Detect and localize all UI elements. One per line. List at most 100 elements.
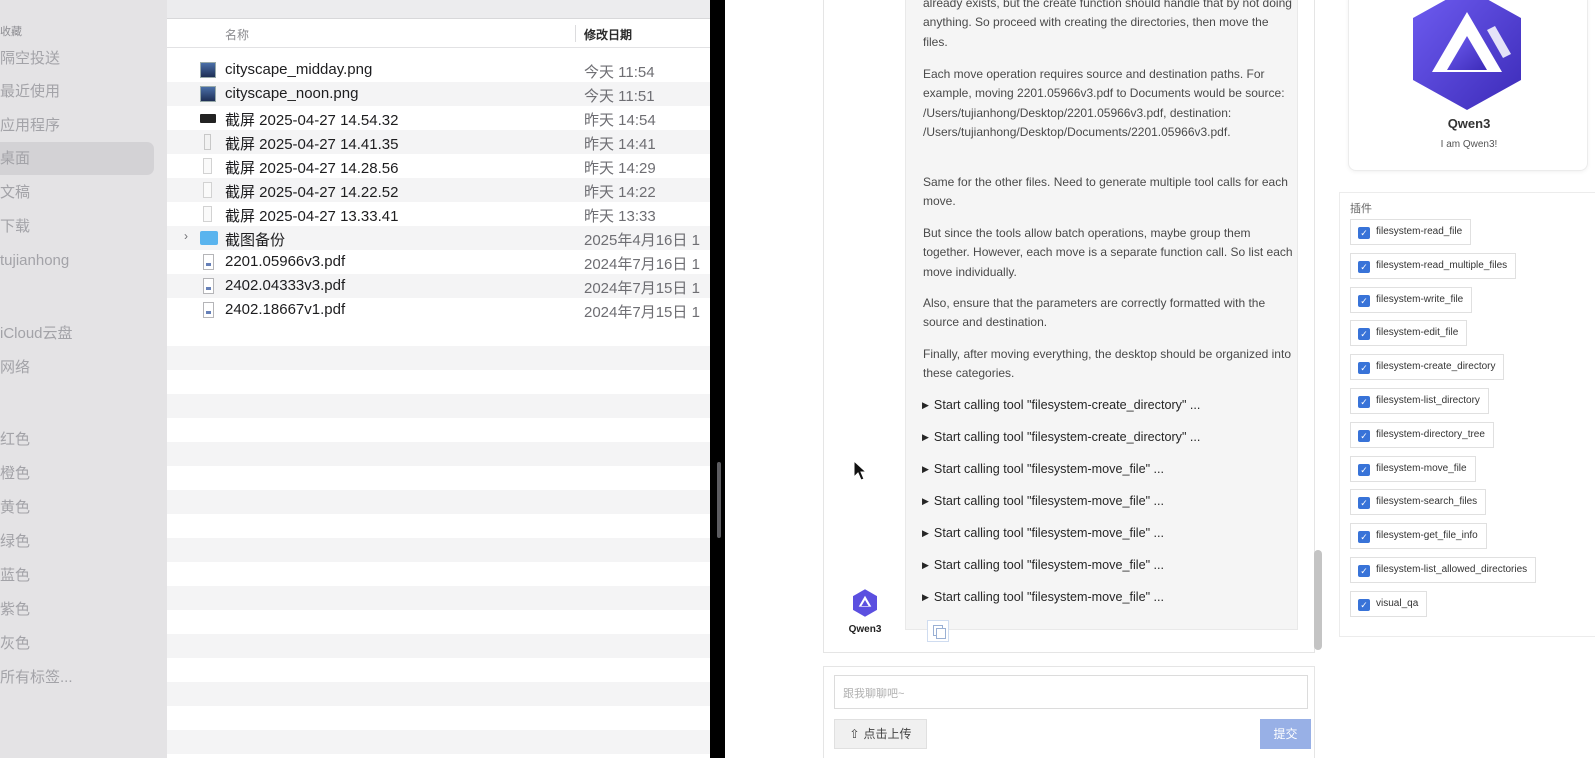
plugin-label: filesystem-directory_tree [1376, 428, 1485, 440]
pdf-file-icon [203, 302, 214, 318]
sidebar-item-home[interactable]: tujianhong [0, 244, 154, 277]
split-view-handle[interactable] [717, 462, 721, 538]
sidebar-tag-blue[interactable]: 蓝色 [0, 559, 154, 592]
file-modified-date: 2024年7月15日 1 [584, 304, 700, 321]
sidebar-tag-red[interactable]: 红色 [0, 423, 154, 456]
file-row[interactable]: 2201.05966v3.pdf 2024年7月16日 1 [167, 250, 710, 274]
upload-button[interactable]: ⇧ 点击上传 [834, 719, 927, 749]
expand-triangle-icon: ▶ [922, 592, 929, 602]
pdf-file-icon [203, 254, 214, 270]
file-modified-date: 今天 11:54 [584, 64, 655, 81]
sidebar-tag-yellow[interactable]: 黄色 [0, 491, 154, 524]
file-row[interactable]: 2402.04333v3.pdf 2024年7月15日 1 [167, 274, 710, 298]
file-name: 2402.04333v3.pdf [225, 277, 346, 294]
agent-intro: I am Qwen3! [1440, 139, 1498, 150]
checkbox-checked-icon[interactable]: ✓ [1358, 328, 1370, 341]
sidebar-item-network[interactable]: 网络 [0, 351, 154, 384]
split-view-divider [710, 0, 725, 758]
chat-messages-panel: already exists, but the create function … [823, 0, 1315, 653]
sidebar-item-downloads[interactable]: 下载 [0, 210, 154, 243]
plugin-checkbox[interactable]: ✓ filesystem-create_directory [1350, 354, 1505, 381]
copy-icon[interactable] [927, 620, 949, 642]
file-modified-date: 今天 11:51 [584, 88, 655, 105]
column-date-header[interactable]: 修改日期 [584, 26, 632, 43]
finder-sidebar: 收藏 隔空投送 最近使用 应用程序 桌面 文稿 下载 tujianhong iC… [0, 0, 167, 758]
empty-list-area [167, 322, 710, 758]
sidebar-item-applications[interactable]: 应用程序 [0, 109, 154, 142]
sidebar-tag-green[interactable]: 绿色 [0, 525, 154, 558]
file-name: 截屏 2025-04-27 13.33.41 [225, 208, 399, 225]
upload-button-label: 点击上传 [863, 727, 912, 741]
plugin-checkbox[interactable]: ✓ filesystem-read_multiple_files [1350, 252, 1517, 279]
folder-row[interactable]: › 截图备份 2025年4月16日 1 [167, 226, 710, 250]
plugins-title: 插件 [1350, 203, 1372, 215]
plugin-checkbox[interactable]: ✓ filesystem-get_file_info [1350, 523, 1487, 550]
sidebar-tag-gray[interactable]: 灰色 [0, 627, 154, 660]
file-row[interactable]: 截屏 2025-04-27 14.28.56 昨天 14:29 [167, 154, 710, 178]
tool-call-label: Start calling tool "filesystem-create_di… [933, 398, 1201, 412]
sidebar-tag-orange[interactable]: 橙色 [0, 457, 154, 490]
plugin-checkbox[interactable]: ✓ filesystem-directory_tree [1350, 421, 1494, 448]
sidebar-item-icloud[interactable]: iCloud云盘 [0, 317, 154, 350]
tool-call-toggle[interactable]: ▶ Start calling tool "filesystem-move_fil… [922, 494, 1164, 508]
sidebar-tag-all[interactable]: 所有标签... [0, 661, 154, 694]
file-row[interactable]: cityscape_noon.png 今天 11:51 [167, 82, 710, 106]
checkbox-checked-icon[interactable]: ✓ [1358, 531, 1370, 544]
checkbox-checked-icon[interactable]: ✓ [1358, 294, 1370, 307]
file-row[interactable]: 截屏 2025-04-27 14.41.35 昨天 14:41 [167, 130, 710, 154]
tool-call-label: Start calling tool "filesystem-move_file… [933, 558, 1165, 572]
image-file-icon [200, 62, 216, 78]
column-divider[interactable] [575, 25, 576, 42]
sidebar-item-desktop[interactable]: 桌面 [0, 142, 154, 175]
plugin-checkbox[interactable]: ✓ filesystem-list_directory [1350, 388, 1489, 414]
column-name-header[interactable]: 名称 [225, 26, 249, 43]
file-name: 截图备份 [225, 232, 286, 249]
plugin-checkbox[interactable]: ✓ filesystem-move_file [1350, 455, 1476, 482]
plugin-label: filesystem-list_allowed_directories [1376, 564, 1528, 575]
tool-call-toggle[interactable]: ▶ Start calling tool "filesystem-create_d… [922, 398, 1200, 412]
plugin-checkbox[interactable]: ✓ filesystem-search_files [1350, 489, 1487, 516]
tool-call-toggle[interactable]: ▶ Start calling tool "filesystem-move_fil… [922, 462, 1164, 476]
file-row[interactable]: 2402.18667v1.pdf 2024年7月15日 1 [167, 298, 710, 322]
sidebar-tag-purple[interactable]: 紫色 [0, 593, 154, 626]
disclosure-chevron-icon[interactable]: › [184, 229, 188, 243]
sidebar-item-airdrop[interactable]: 隔空投送 [0, 42, 154, 75]
checkbox-checked-icon[interactable]: ✓ [1358, 565, 1370, 577]
tool-call-toggle[interactable]: ▶ Start calling tool "filesystem-move_fil… [922, 526, 1164, 540]
file-row[interactable]: 截屏 2025-04-27 14.54.32 昨天 14:54 [167, 106, 710, 130]
file-row[interactable]: 截屏 2025-04-27 13.33.41 昨天 13:33 [167, 202, 710, 226]
file-rows: cityscape_midday.png 今天 11:54 cityscape_no… [167, 58, 710, 322]
plugin-label: filesystem-move_file [1376, 462, 1467, 474]
checkbox-checked-icon[interactable]: ✓ [1358, 598, 1370, 611]
message-input[interactable] [834, 675, 1308, 709]
plugin-checkbox[interactable]: ✓ filesystem-read_file [1350, 219, 1472, 245]
submit-button[interactable]: 提交 [1260, 719, 1311, 749]
screenshot-file-icon [203, 182, 212, 198]
sidebar-item-recents[interactable]: 最近使用 [0, 75, 154, 108]
checkbox-checked-icon[interactable]: ✓ [1358, 497, 1370, 510]
plugin-checkbox[interactable]: ✓ filesystem-list_allowed_directories [1350, 557, 1537, 583]
tool-call-toggle[interactable]: ▶ Start calling tool "filesystem-move_fil… [922, 558, 1164, 572]
checkbox-checked-icon[interactable]: ✓ [1358, 429, 1370, 442]
tool-call-toggle[interactable]: ▶ Start calling tool "filesystem-move_fil… [922, 590, 1164, 604]
checkbox-checked-icon[interactable]: ✓ [1358, 362, 1370, 375]
checkbox-checked-icon[interactable]: ✓ [1358, 463, 1370, 476]
upload-icon: ⇧ [849, 727, 860, 741]
qwen-logo-icon [853, 589, 877, 617]
file-modified-date: 2024年7月15日 1 [584, 280, 700, 297]
checkbox-checked-icon[interactable]: ✓ [1358, 227, 1370, 239]
checkbox-checked-icon[interactable]: ✓ [1358, 260, 1370, 273]
plugin-label: filesystem-read_file [1376, 226, 1463, 237]
file-row[interactable]: cityscape_midday.png 今天 11:54 [167, 58, 710, 82]
message-paragraph: Each move operation requires source and … [923, 67, 1285, 140]
plugin-checkbox[interactable]: ✓ filesystem-write_file [1350, 286, 1473, 313]
plugin-checkbox[interactable]: ✓ visual_qa [1350, 590, 1428, 617]
tool-call-toggle[interactable]: ▶ Start calling tool "filesystem-create_d… [922, 430, 1200, 444]
expand-triangle-icon: ▶ [922, 464, 929, 474]
sidebar-item-documents[interactable]: 文稿 [0, 176, 154, 209]
expand-triangle-icon: ▶ [922, 560, 929, 570]
checkbox-checked-icon[interactable]: ✓ [1358, 396, 1370, 408]
file-row[interactable]: 截屏 2025-04-27 14.22.52 昨天 14:22 [167, 178, 710, 202]
plugin-checkbox[interactable]: ✓ filesystem-edit_file [1350, 320, 1468, 347]
chat-scrollbar[interactable] [1314, 550, 1322, 650]
